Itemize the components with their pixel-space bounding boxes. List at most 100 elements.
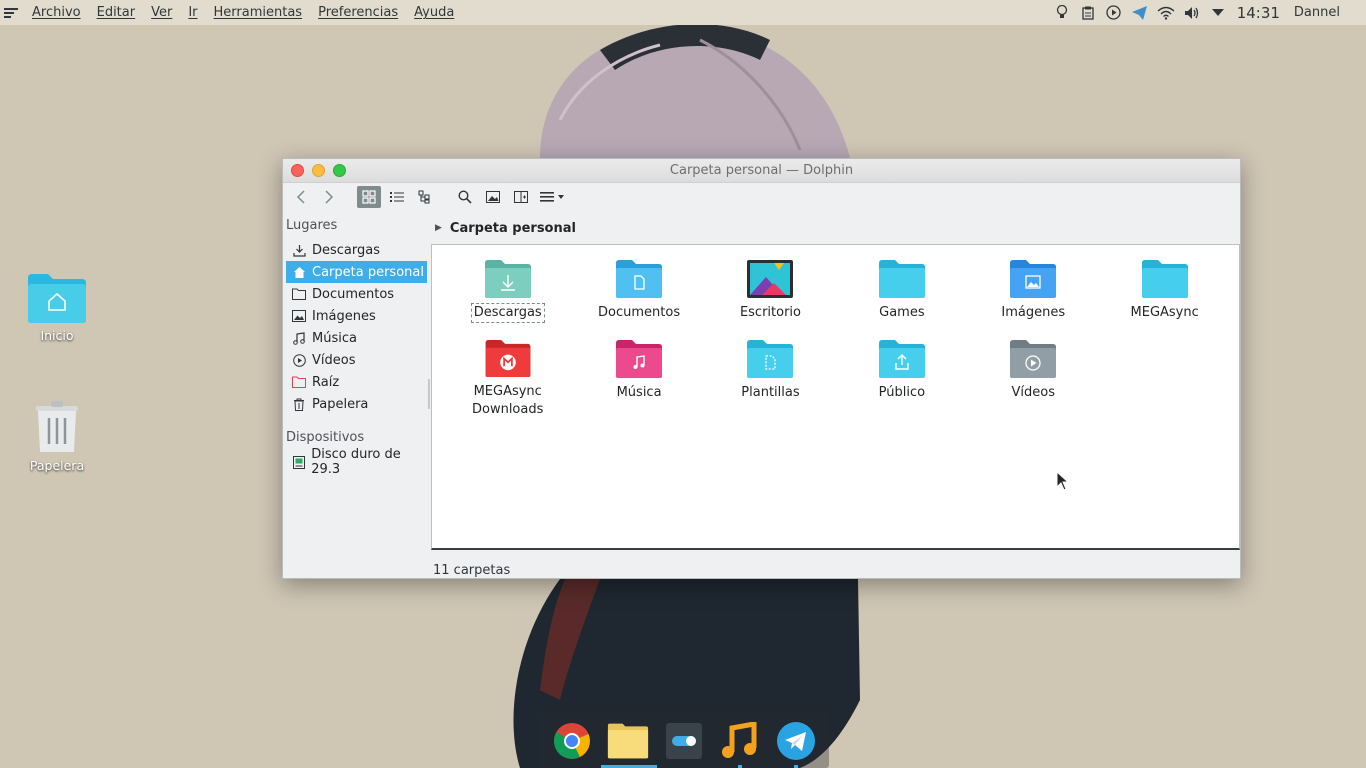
breadcrumb-arrow-icon[interactable]: ▶: [435, 223, 442, 233]
forward-button[interactable]: [317, 186, 341, 208]
places-item-descargas[interactable]: Descargas: [286, 239, 427, 261]
pictures-folder-icon: [1010, 260, 1057, 298]
places-item-label: Raíz: [312, 374, 340, 390]
places-panel: Lugares Descargas Carpeta personal Docum…: [283, 211, 428, 551]
back-button[interactable]: [289, 186, 313, 208]
desktop-icon-inicio[interactable]: Inicio: [12, 272, 102, 343]
mega-folder-icon: [485, 339, 531, 378]
folder-videos[interactable]: Vídeos: [968, 339, 1099, 419]
folder-label: Público: [878, 385, 926, 400]
menu-ayuda[interactable]: Ayuda: [406, 5, 462, 20]
telegram-icon: [776, 722, 815, 760]
preview-button[interactable]: [481, 186, 505, 208]
download-icon: [292, 243, 306, 257]
menu-editar[interactable]: Editar: [89, 5, 144, 20]
split-button[interactable]: [509, 186, 533, 208]
details-view-button[interactable]: [413, 186, 437, 208]
folder-musica[interactable]: Música: [573, 339, 704, 419]
folder-publico[interactable]: Público: [836, 339, 967, 419]
settings-toggle-icon: [665, 723, 702, 759]
menu-herramientas[interactable]: Herramientas: [206, 5, 311, 20]
places-item-imagenes[interactable]: Imágenes: [286, 305, 427, 327]
wifi-icon[interactable]: [1153, 0, 1179, 25]
icons-view-button[interactable]: [357, 186, 381, 208]
window-titlebar[interactable]: Carpeta personal — Dolphin: [283, 159, 1240, 183]
places-item-papelera[interactable]: Papelera: [286, 393, 427, 415]
folder-documentos[interactable]: Documentos: [573, 259, 704, 339]
folder-label: Vídeos: [1011, 385, 1055, 400]
folder-label: Imágenes: [1001, 305, 1066, 320]
documents-folder-icon: [616, 260, 663, 298]
file-view[interactable]: Descargas Documentos Escritorio Games Im…: [431, 244, 1240, 550]
clock[interactable]: 14:31: [1231, 4, 1294, 22]
folder-descargas[interactable]: Descargas: [442, 259, 573, 339]
places-item-disco-duro[interactable]: Disco duro de 29.3: [286, 447, 427, 477]
hamburger-menu-button[interactable]: [537, 186, 571, 208]
drive-icon: [292, 455, 305, 469]
folder-games[interactable]: Games: [836, 259, 967, 339]
places-item-raiz[interactable]: Raíz: [286, 371, 427, 393]
trash-icon: [292, 397, 306, 411]
places-item-documentos[interactable]: Documentos: [286, 283, 427, 305]
grid-view-icon: [362, 190, 376, 204]
chevron-left-icon: [296, 190, 305, 204]
dock-app-music[interactable]: [719, 720, 761, 768]
breadcrumb[interactable]: ▶ Carpeta personal: [431, 211, 1240, 245]
menu-ir[interactable]: Ir: [180, 5, 205, 20]
window-title: Carpeta personal — Dolphin: [669, 163, 854, 178]
places-item-label: Descargas: [312, 242, 381, 258]
download-folder-icon: [484, 260, 531, 298]
dock-app-settings[interactable]: [663, 720, 705, 762]
app-menu-icon[interactable]: [0, 0, 22, 25]
desktop-icon-label: Papelera: [29, 458, 85, 473]
dock-app-files[interactable]: [600, 720, 657, 768]
places-item-musica[interactable]: Música: [286, 327, 427, 349]
folder-icon: [1141, 260, 1188, 298]
folder-escritorio[interactable]: Escritorio: [705, 259, 836, 339]
places-item-label: Imágenes: [312, 308, 376, 324]
videos-folder-icon: [1010, 340, 1057, 378]
media-play-icon[interactable]: [1101, 0, 1127, 25]
home-folder-icon: [28, 274, 86, 323]
lightbulb-icon[interactable]: [1049, 0, 1075, 25]
volume-icon[interactable]: [1179, 0, 1205, 25]
folder-megasync-downloads[interactable]: MEGAsync Downloads: [442, 339, 573, 419]
folder-icon: [292, 287, 306, 301]
image-preview-icon: [486, 191, 500, 203]
dolphin-window: Carpeta personal — Dolphin Lugares Desca…: [282, 158, 1241, 579]
menu-preferencias[interactable]: Preferencias: [310, 5, 406, 20]
image-icon: [292, 309, 306, 323]
compact-view-button[interactable]: [385, 186, 409, 208]
telegram-tray-icon[interactable]: [1127, 0, 1153, 25]
places-item-label: Música: [312, 330, 357, 346]
desktop-icon-papelera[interactable]: Papelera: [12, 400, 102, 473]
music-player-icon: [721, 722, 756, 758]
search-icon: [458, 190, 472, 204]
search-button[interactable]: [453, 186, 477, 208]
clipboard-icon[interactable]: [1075, 0, 1101, 25]
places-item-videos[interactable]: Vídeos: [286, 349, 427, 371]
folder-label: Games: [879, 305, 925, 320]
close-button[interactable]: [291, 164, 304, 177]
folder-label: Escritorio: [739, 305, 801, 320]
places-item-label: Carpeta personal: [312, 264, 424, 280]
root-folder-icon: [292, 375, 306, 389]
status-bar-text: 11 carpetas: [433, 563, 511, 578]
minimize-button[interactable]: [312, 164, 325, 177]
panel-splitter[interactable]: [428, 379, 430, 409]
maximize-button[interactable]: [333, 164, 346, 177]
dock-app-chrome[interactable]: [551, 720, 593, 762]
folder-plantillas[interactable]: Plantillas: [705, 339, 836, 419]
folder-imagenes[interactable]: Imágenes: [968, 259, 1099, 339]
desktop-folder-icon: [747, 260, 794, 298]
breadcrumb-current[interactable]: Carpeta personal: [450, 221, 576, 236]
user-name[interactable]: Dannel: [1294, 5, 1366, 20]
menu-archivo[interactable]: Archivo: [22, 5, 89, 20]
toolbar: [283, 183, 1240, 211]
menu-ver[interactable]: Ver: [143, 5, 180, 20]
places-item-carpeta-personal[interactable]: Carpeta personal: [286, 261, 427, 283]
tray-expand-icon[interactable]: [1205, 0, 1231, 25]
folder-megasync[interactable]: MEGAsync: [1099, 259, 1230, 339]
places-item-label: Papelera: [312, 396, 369, 412]
dock-app-telegram[interactable]: [775, 720, 817, 768]
